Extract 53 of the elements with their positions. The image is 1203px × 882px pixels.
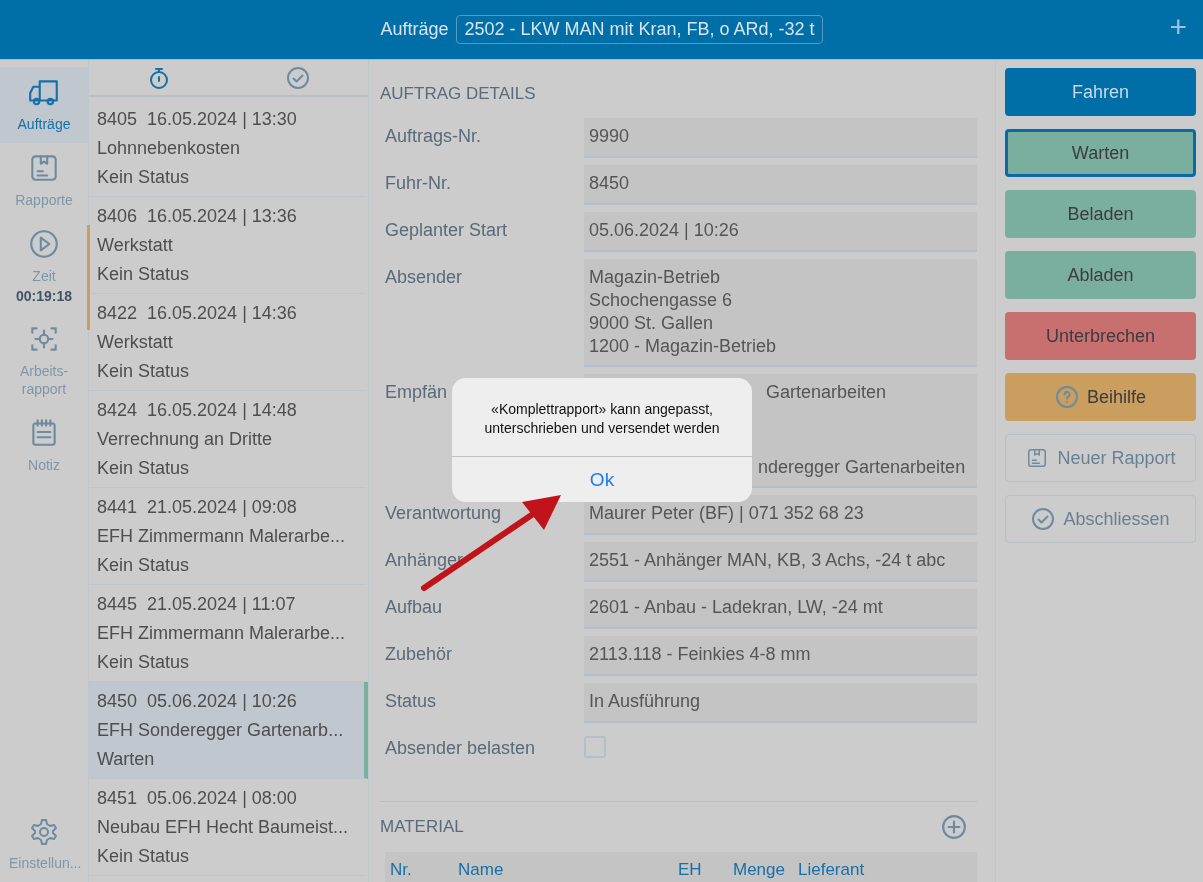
action-button[interactable]: Warten <box>1005 129 1196 177</box>
field-value: Maurer Peter (BF) | 071 352 68 23 <box>584 495 977 535</box>
page-title: Aufträge <box>380 19 449 40</box>
column-header: Menge <box>733 860 786 880</box>
field-label: Verantwortung <box>385 503 502 524</box>
column-header: Nr. <box>390 860 413 880</box>
order-item[interactable]: 8450 05.06.2024 | 10:26 EFH Sonderegger Gartenarb... Warten <box>89 682 368 779</box>
column-header: EH <box>678 860 703 880</box>
nav-item[interactable]: Zeit 00:19:18 <box>0 219 88 314</box>
field-label: Auftrags-Nr. <box>385 126 482 147</box>
add-button[interactable]: + <box>1169 12 1187 42</box>
timer-readout: 00:19:18 <box>15 287 72 304</box>
action-button[interactable]: Unterbrechen <box>1005 312 1196 360</box>
vehicle-selector[interactable]: 2502 - LKW MAN mit Kran, FB, o ARd, -32 t <box>456 15 823 44</box>
field-label: Fuhr-Nr. <box>385 173 451 194</box>
action-button[interactable]: Neuer Rapport <box>1005 434 1196 482</box>
field-value: 05.06.2024 | 10:26 <box>584 212 977 252</box>
action-button[interactable]: Beihilfe <box>1005 373 1196 421</box>
add-icon[interactable] <box>941 814 967 840</box>
field-value: 9990 <box>584 118 977 158</box>
field-value: 2551 - Anhänger MAN, KB, 3 Achs, -24 t abc <box>584 542 977 582</box>
check-circle-icon <box>1031 507 1056 531</box>
column-header: Name <box>458 860 505 880</box>
order-item[interactable]: 8424 16.05.2024 | 14:48 Verrechnung an Dritte Kein Status <box>89 391 368 488</box>
check-circle-icon <box>286 65 311 90</box>
field-value: In Ausführung <box>584 683 977 723</box>
field-label: Status <box>385 691 437 712</box>
field-value: 2601 - Anbau - Ladekran, LW, -24 mt <box>584 589 977 629</box>
field-label: Anhänger <box>385 550 464 571</box>
action-button[interactable]: Fahren <box>1005 68 1196 116</box>
field-label: Aufbau <box>385 597 443 618</box>
order-item[interactable]: 8451 05.06.2024 | 08:00 Neubau EFH Hecht Baumeist... Kein Status <box>89 779 368 876</box>
order-item[interactable]: 8441 21.05.2024 | 09:08 EFH Zimmermann Malerarbe... Kein Status <box>89 488 368 585</box>
field-label: Empfän <box>385 382 448 403</box>
order-item[interactable]: 8405 16.05.2024 | 13:30 Lohnnebenkosten Kein Status <box>89 100 368 197</box>
order-item[interactable]: 8406 16.05.2024 | 13:36 Werkstatt Kein Status <box>89 197 368 294</box>
nav-item[interactable]: Aufträge <box>0 67 88 144</box>
field-value: 2113.118 - Feinkies 4-8 mm <box>584 636 977 676</box>
action-button[interactable]: Abladen <box>1005 251 1196 299</box>
field-label: Geplanter Start <box>385 220 508 241</box>
action-button[interactable]: Beladen <box>1005 190 1196 238</box>
order-item[interactable]: 8422 16.05.2024 | 14:36 Werkstatt Kein Status <box>89 294 368 391</box>
field-label: Zubehör <box>385 644 453 665</box>
checkbox[interactable] <box>584 736 606 758</box>
field-label: Absender belasten <box>385 738 536 759</box>
field-label: Absender <box>385 267 463 288</box>
action-button[interactable]: Abschliessen <box>1005 495 1196 543</box>
column-header: Lieferant <box>798 860 865 880</box>
help-icon <box>1054 385 1079 409</box>
field-value: Magazin-Betrieb Schochengasse 6 9000 St. Gallen 1200 - Magazin-Betrieb <box>584 259 977 367</box>
field-value: 8450 <box>584 165 977 205</box>
section-title: MATERIAL <box>380 817 464 837</box>
section-title: AUFTRAG DETAILS <box>380 84 537 104</box>
